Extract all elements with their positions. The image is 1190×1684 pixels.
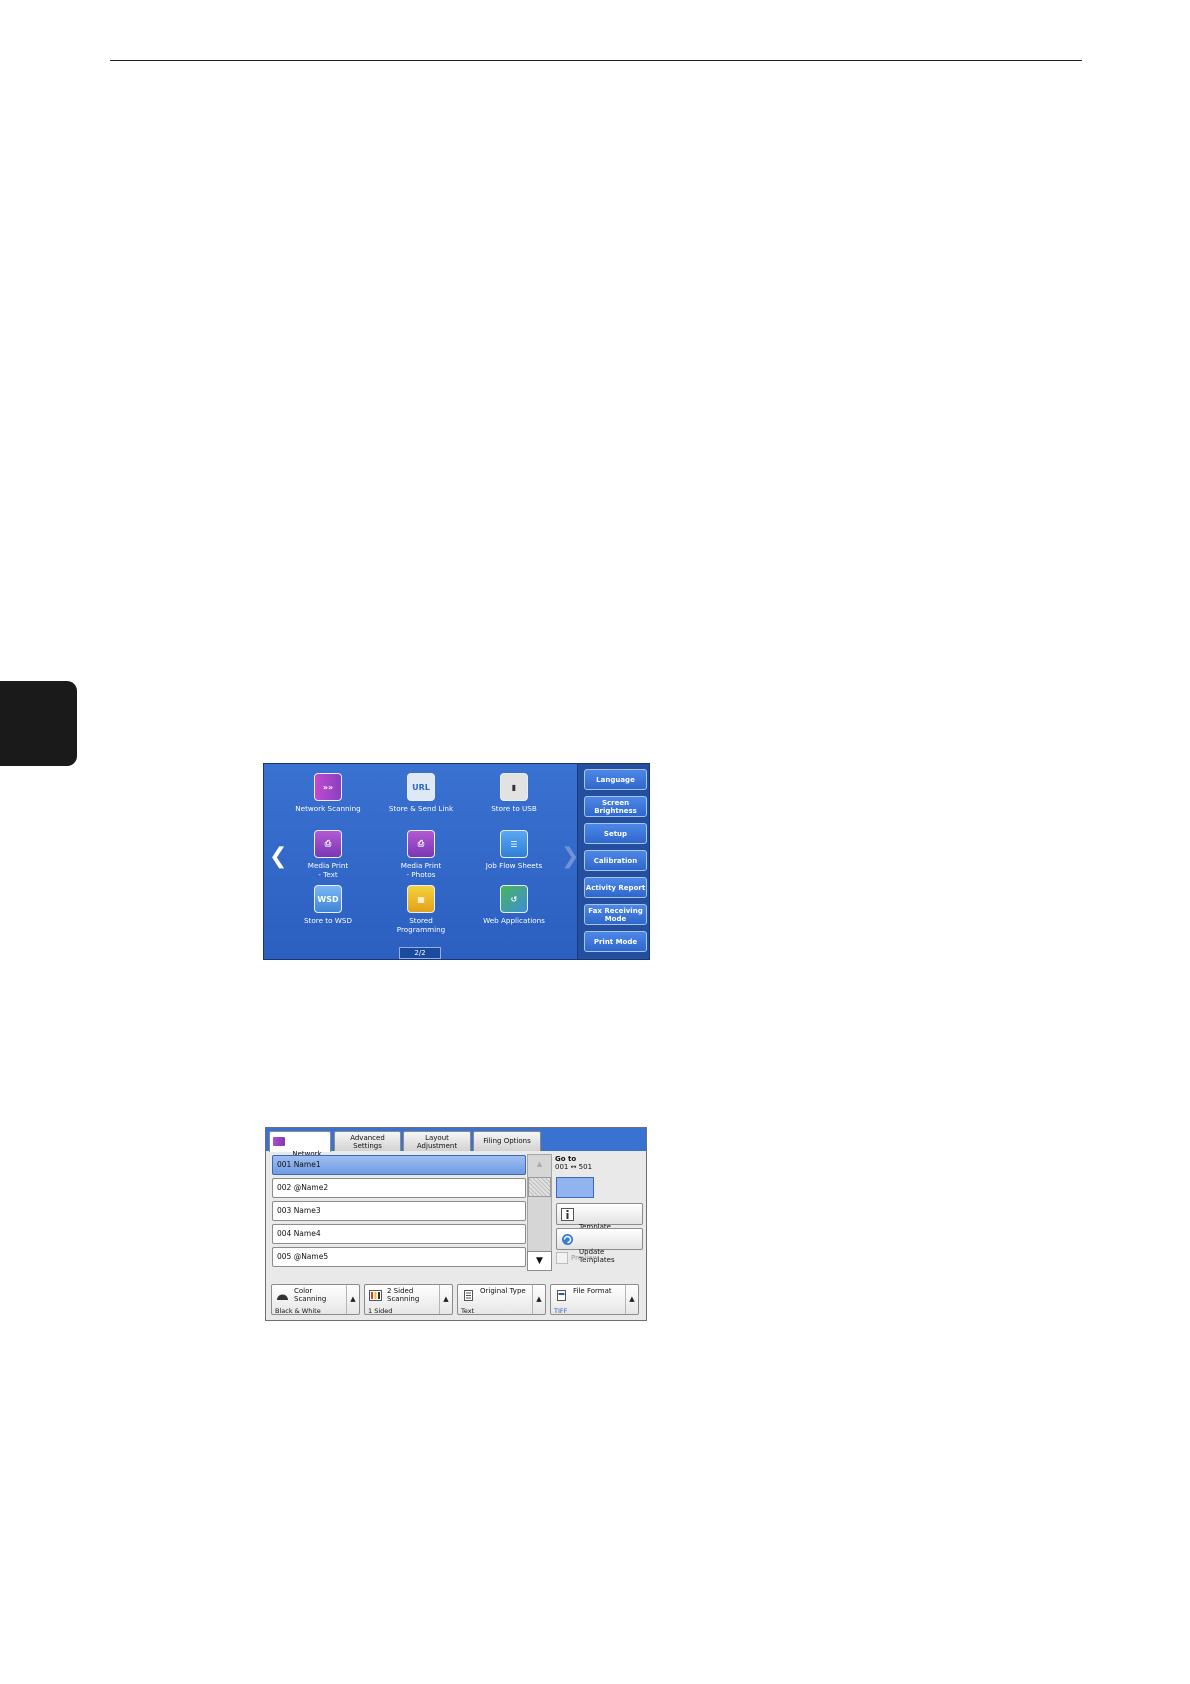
network-scanning-icon [273, 1137, 285, 1146]
goto-label: Go to 001 ↔ 501 [555, 1155, 593, 1171]
service-store-to-wsd[interactable]: WSD Store to WSD [281, 885, 375, 925]
template-description-button[interactable]: Template Description [556, 1203, 643, 1239]
scroll-up-icon[interactable]: ▲ [527, 1154, 552, 1174]
services-home-screen: ❮ ❯ »» Network Scanning URL Store & Send… [263, 763, 650, 960]
chevron-up-icon[interactable]: ▲ [439, 1285, 452, 1314]
setup-button[interactable]: Setup [584, 823, 647, 844]
web-applications-icon: ↺ [500, 885, 528, 913]
media-print-photos-icon: ⎙ [407, 830, 435, 858]
tab-filing-options[interactable]: Filing Options [473, 1131, 541, 1151]
template-row[interactable]: 002 @Name2 [272, 1178, 526, 1198]
chevron-up-icon[interactable]: ▲ [532, 1285, 545, 1314]
template-row[interactable]: 005 @Name5 [272, 1247, 526, 1267]
print-mode-button[interactable]: Print Mode [584, 931, 647, 952]
services-grid: ❮ ❯ »» Network Scanning URL Store & Send… [264, 764, 579, 959]
original-type-button[interactable]: Original Type Text ▲ [457, 1284, 546, 1315]
color-scanning-button[interactable]: Color Scanning Black & White ▲ [271, 1284, 360, 1315]
file-format-icon [557, 1290, 566, 1301]
screen-brightness-button[interactable]: Screen Brightness [584, 796, 647, 817]
media-print-text-icon: ⎙ [314, 830, 342, 858]
chapter-tab [0, 681, 77, 766]
goto-number-input[interactable] [556, 1177, 594, 1198]
services-side-panel: Language Screen Brightness Setup Calibra… [577, 764, 649, 959]
header-rule [110, 60, 1082, 61]
store-send-link-icon: URL [407, 773, 435, 801]
service-job-flow-sheets[interactable]: ☰ Job Flow Sheets [467, 830, 561, 870]
info-icon [561, 1208, 574, 1221]
scroll-thumb[interactable] [528, 1177, 551, 1197]
template-row[interactable]: 004 Name4 [272, 1224, 526, 1244]
preview-checkbox[interactable]: Preview [556, 1252, 598, 1264]
language-button[interactable]: Language [584, 769, 647, 790]
scroll-down-icon[interactable]: ▼ [527, 1251, 552, 1271]
checkbox-icon [556, 1252, 568, 1264]
file-format-button[interactable]: File Format TIFF ▲ [550, 1284, 639, 1315]
tab-layout-adjustment[interactable]: Layout Adjustment [403, 1131, 471, 1151]
wsd-icon: WSD [314, 885, 342, 913]
service-network-scanning[interactable]: »» Network Scanning [281, 773, 375, 813]
usb-icon: ▮ [500, 773, 528, 801]
service-store-send-link[interactable]: URL Store & Send Link [374, 773, 468, 813]
chevron-up-icon[interactable]: ▲ [625, 1285, 638, 1314]
job-flow-icon: ☰ [500, 830, 528, 858]
tab-network-scanning[interactable]: Network Scanning [269, 1131, 331, 1166]
update-templates-button[interactable]: Update Templates [556, 1228, 643, 1264]
fax-receiving-mode-button[interactable]: Fax Receiving Mode [584, 904, 647, 925]
template-row[interactable]: 003 Name3 [272, 1201, 526, 1221]
service-media-print-photos[interactable]: ⎙ Media Print - Photos [374, 830, 468, 879]
network-scanning-icon: »» [314, 773, 342, 801]
template-row[interactable]: 001 Name1 [272, 1155, 526, 1175]
service-stored-programming[interactable]: ▦ Stored Programming [374, 885, 468, 934]
service-web-applications[interactable]: ↺ Web Applications [467, 885, 561, 925]
refresh-icon [562, 1234, 573, 1245]
service-media-print-text[interactable]: ⎙ Media Print - Text [281, 830, 375, 879]
color-scanning-icon [277, 1294, 288, 1300]
two-sided-scanning-button[interactable]: 2 Sided Scanning 1 Sided ▲ [364, 1284, 453, 1315]
document-icon [464, 1290, 473, 1301]
stored-programming-icon: ▦ [407, 885, 435, 913]
page-indicator: 2/2 [399, 947, 441, 959]
service-store-to-usb[interactable]: ▮ Store to USB [467, 773, 561, 813]
chevron-up-icon[interactable]: ▲ [346, 1285, 359, 1314]
two-sided-icon [369, 1290, 382, 1301]
tab-advanced-settings[interactable]: Advanced Settings [334, 1131, 401, 1151]
tab-bar: Network Scanning Advanced Settings Layou… [266, 1128, 646, 1166]
network-scanning-screen: Network Scanning Advanced Settings Layou… [265, 1127, 647, 1321]
calibration-button[interactable]: Calibration [584, 850, 647, 871]
activity-report-button[interactable]: Activity Report [584, 877, 647, 898]
